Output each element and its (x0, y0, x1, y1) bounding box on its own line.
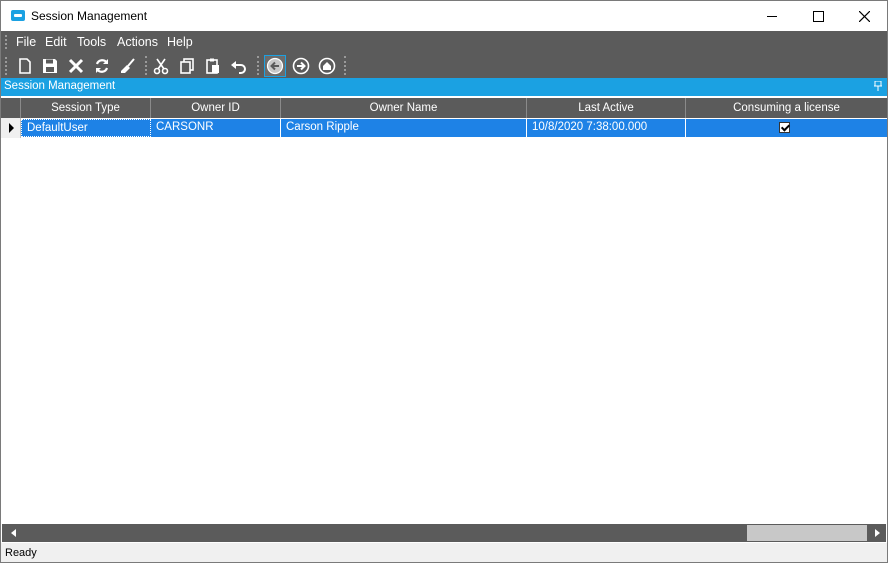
back-icon (266, 57, 284, 75)
refresh-icon (95, 59, 109, 73)
menu-tools[interactable]: Tools (77, 35, 106, 49)
cell-owner-name[interactable]: Carson Ripple (281, 119, 527, 137)
forward-icon (292, 57, 310, 75)
back-button[interactable] (264, 55, 286, 77)
cell-consuming-license[interactable] (686, 119, 887, 137)
home-button[interactable] (316, 55, 338, 77)
column-header-owner-name[interactable]: Owner Name (281, 98, 527, 118)
clear-button[interactable] (117, 55, 139, 77)
panel-header: Session Management (1, 78, 887, 96)
paste-button[interactable] (202, 55, 224, 77)
menu-grip[interactable] (5, 35, 9, 49)
menu-file[interactable]: File (16, 35, 36, 49)
grid-header: Session Type Owner ID Owner Name Last Ac… (1, 98, 887, 118)
minimize-button[interactable] (749, 1, 795, 31)
delete-icon (68, 58, 84, 74)
save-button[interactable] (39, 55, 61, 77)
home-icon (318, 57, 336, 75)
cut-icon (153, 58, 169, 75)
maximize-button[interactable] (795, 1, 841, 31)
undo-icon (231, 61, 246, 74)
maximize-icon (812, 10, 824, 22)
clear-icon (121, 58, 135, 73)
horizontal-scrollbar[interactable] (2, 524, 886, 542)
close-button[interactable] (841, 1, 887, 31)
window-title: Session Management (31, 9, 148, 23)
license-checkbox[interactable] (779, 122, 790, 133)
title-bar[interactable]: Session Management (1, 1, 887, 31)
column-header-session-type[interactable]: Session Type (21, 98, 151, 118)
toolbar-separator (145, 56, 148, 75)
table-row[interactable]: DefaultUser CARSONR Carson Ripple 10/8/2… (1, 118, 887, 138)
scroll-thumb[interactable] (747, 525, 867, 541)
status-bar: Ready (1, 543, 887, 562)
toolbar-separator (257, 56, 260, 75)
status-text: Ready (5, 547, 37, 559)
toolbar-grip[interactable] (5, 57, 9, 75)
column-header-last-active[interactable]: Last Active (527, 98, 686, 118)
new-icon (19, 58, 31, 74)
copy-icon (180, 58, 194, 74)
save-icon (43, 59, 57, 73)
cut-button[interactable] (150, 55, 172, 77)
close-icon (858, 10, 870, 22)
cell-owner-id[interactable]: CARSONR (151, 119, 281, 137)
minimize-icon (767, 15, 777, 17)
copy-button[interactable] (176, 55, 198, 77)
delete-button[interactable] (65, 55, 87, 77)
panel-title: Session Management (4, 80, 116, 92)
scroll-left-arrow-icon[interactable] (4, 524, 22, 542)
menu-actions[interactable]: Actions (117, 35, 158, 49)
menu-help[interactable]: Help (167, 35, 193, 49)
new-button[interactable] (14, 55, 36, 77)
menu-edit[interactable]: Edit (45, 35, 67, 49)
forward-button[interactable] (290, 55, 312, 77)
cell-last-active[interactable]: 10/8/2020 7:38:00.000 (527, 119, 686, 137)
app-icon (11, 10, 25, 21)
row-selector-arrow-icon[interactable] (1, 118, 21, 138)
refresh-button[interactable] (91, 55, 113, 77)
sessions-grid: Session Type Owner ID Owner Name Last Ac… (1, 98, 887, 524)
row-header-corner (1, 98, 21, 118)
column-header-owner-id[interactable]: Owner ID (151, 98, 281, 118)
menu-bar: File Edit Tools Actions Help (1, 31, 887, 53)
column-header-consuming-license[interactable]: Consuming a license (686, 98, 887, 118)
session-management-window: Session Management File Edit Tools Actio… (0, 0, 888, 563)
scroll-right-arrow-icon[interactable] (868, 524, 886, 542)
toolbar (1, 53, 887, 78)
paste-icon (206, 58, 219, 74)
pin-icon[interactable] (874, 81, 882, 91)
cell-session-type[interactable]: DefaultUser (21, 119, 151, 137)
undo-button[interactable] (228, 55, 250, 77)
toolbar-separator (344, 56, 347, 75)
